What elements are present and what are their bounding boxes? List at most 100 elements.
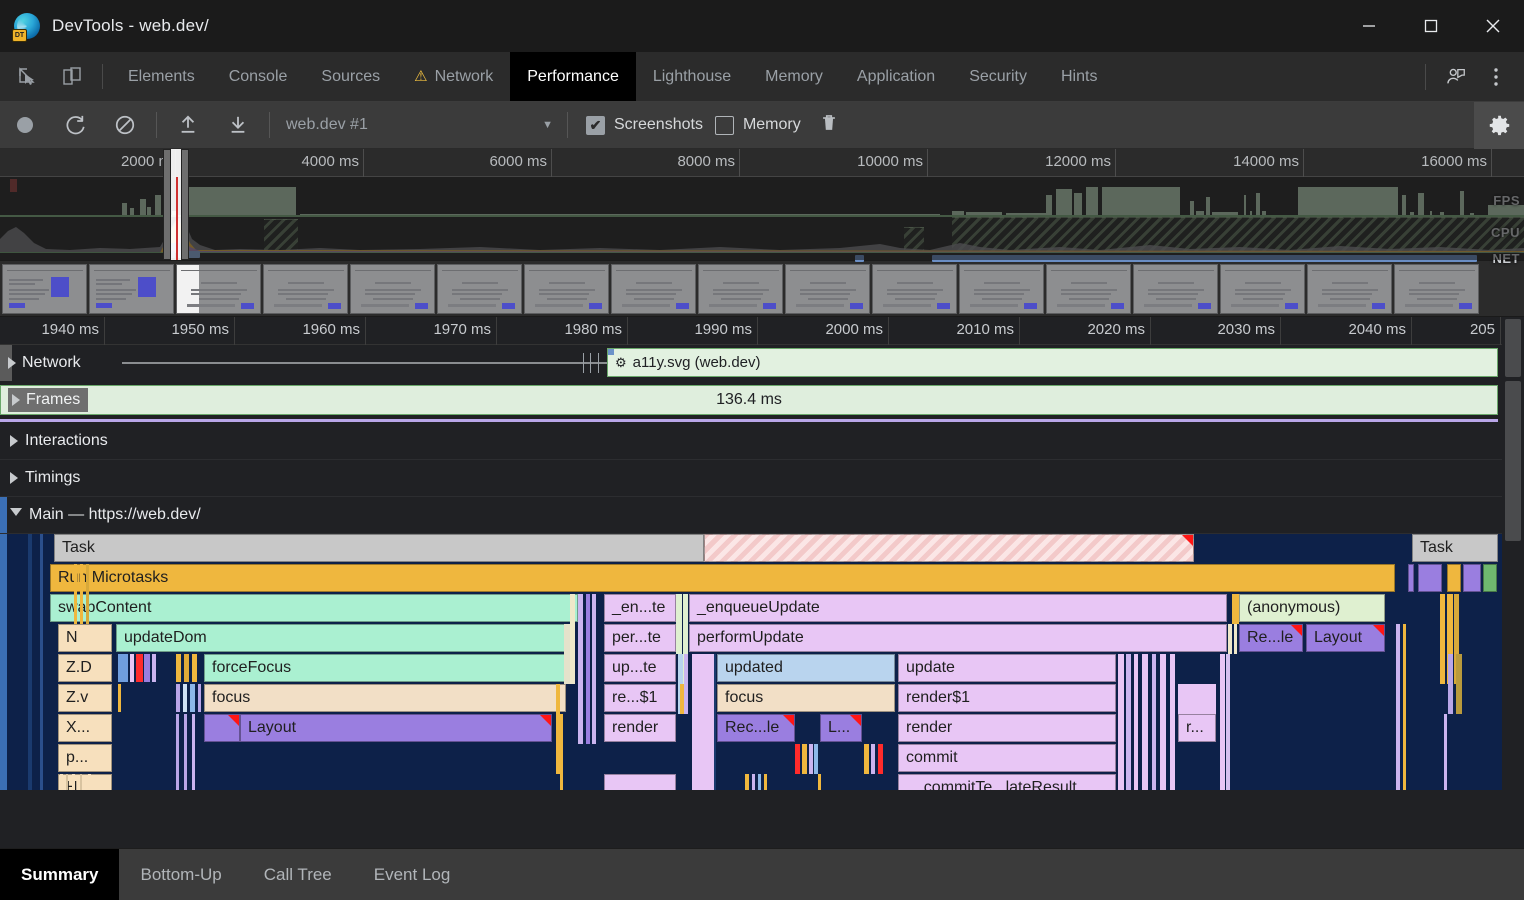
flame-sliver[interactable] <box>1396 624 1400 790</box>
flame-sliver[interactable] <box>88 774 91 790</box>
flame-sliver[interactable] <box>570 594 575 684</box>
load-profile-button[interactable] <box>163 102 213 149</box>
tab-call-tree[interactable]: Call Tree <box>243 849 353 900</box>
flame-bar[interactable]: commit <box>898 744 1116 772</box>
tab-security[interactable]: Security <box>952 52 1044 101</box>
flame-bar[interactable]: N <box>58 624 112 652</box>
flame-bar[interactable] <box>1408 564 1414 592</box>
save-profile-button[interactable] <box>213 102 263 149</box>
record-button[interactable] <box>0 102 50 149</box>
tab-hints[interactable]: Hints <box>1044 52 1114 101</box>
filmstrip-frame[interactable] <box>2 263 87 314</box>
flame-bar[interactable]: swapContent <box>50 594 578 622</box>
filmstrip-frame[interactable] <box>263 263 348 314</box>
memory-checkbox[interactable]: Memory <box>714 115 801 135</box>
flame-bar[interactable]: r... <box>1178 714 1216 742</box>
flame-sliver[interactable] <box>144 654 150 682</box>
flame-sliver[interactable] <box>586 594 590 744</box>
filmstrip-frame[interactable] <box>1046 263 1131 314</box>
screenshots-checkbox[interactable]: Screenshots <box>586 115 703 135</box>
flame-sliver[interactable] <box>1403 624 1406 790</box>
flame-sliver[interactable] <box>871 744 875 774</box>
filmstrip-frame[interactable] <box>89 263 174 314</box>
capture-settings-gear-icon[interactable] <box>1474 101 1524 149</box>
flame-sliver[interactable] <box>183 684 187 712</box>
inspect-element-icon[interactable] <box>6 52 50 101</box>
network-request-bar[interactable]: ⚙ a11y.svg (web.dev) <box>607 348 1498 377</box>
overview-window-handle-left[interactable] <box>163 149 171 260</box>
flame-sliver[interactable] <box>814 744 818 774</box>
filmstrip-frame[interactable] <box>785 263 870 314</box>
tab-application[interactable]: Application <box>840 52 952 101</box>
track-network-header[interactable]: Network <box>0 345 81 381</box>
flame-sliver[interactable] <box>680 684 684 714</box>
flame-bar[interactable]: up...te <box>604 654 676 682</box>
filmstrip-frame[interactable] <box>698 263 783 314</box>
flame-bar[interactable]: per...te <box>604 624 676 652</box>
flame-sliver[interactable] <box>560 714 563 790</box>
flame-bar[interactable] <box>1447 564 1461 592</box>
flame-bar[interactable]: Task <box>1412 534 1498 562</box>
flame-bar[interactable]: _enqueueUpdate <box>689 594 1227 622</box>
scrollbar-thumb-upper[interactable] <box>1505 319 1521 377</box>
flame-sliver[interactable] <box>136 654 143 682</box>
tab-performance[interactable]: Performance <box>510 52 636 101</box>
flame-sliver[interactable] <box>1444 714 1447 790</box>
flame-sliver[interactable] <box>74 564 77 624</box>
expand-triangle-icon[interactable] <box>10 435 18 447</box>
flame-sliver[interactable] <box>130 654 134 682</box>
tab-bottom-up[interactable]: Bottom-Up <box>119 849 242 900</box>
flame-sliver[interactable] <box>1228 624 1232 654</box>
expand-triangle-icon[interactable] <box>8 357 16 369</box>
maximize-button[interactable] <box>1400 0 1462 52</box>
flame-bar[interactable]: updateDom <box>116 624 568 652</box>
flame-sliver[interactable] <box>752 774 755 790</box>
expand-triangle-icon[interactable] <box>12 394 20 406</box>
flame-sliver[interactable] <box>714 654 716 790</box>
close-button[interactable] <box>1462 0 1524 52</box>
tab-summary[interactable]: Summary <box>0 849 120 900</box>
flame-sliver[interactable] <box>80 564 83 624</box>
flame-bar[interactable]: performUpdate <box>689 624 1227 652</box>
collect-garbage-icon[interactable] <box>819 112 839 139</box>
frame-duration-bar[interactable]: 136.4 ms <box>0 385 1498 415</box>
track-network[interactable]: Network ⚙ a11y.svg (web.dev) <box>0 345 1524 381</box>
flame-sliver[interactable] <box>176 654 181 682</box>
flame-bar[interactable]: Layout <box>240 714 552 742</box>
flame-bar[interactable]: render <box>604 714 676 742</box>
flame-sliver[interactable] <box>192 654 197 682</box>
flame-sliver[interactable] <box>1440 594 1445 684</box>
overview-window-handle-right[interactable] <box>181 149 189 260</box>
flame-sliver[interactable] <box>176 744 179 790</box>
flame-sliver[interactable] <box>864 744 869 774</box>
flame-sliver[interactable] <box>118 684 121 712</box>
flame-sliver[interactable] <box>802 744 807 774</box>
filmstrip-frame[interactable] <box>437 263 522 314</box>
flame-sliver[interactable] <box>578 594 583 744</box>
flame-bar[interactable]: _... <box>604 774 676 790</box>
flame-sliver[interactable] <box>1226 654 1230 790</box>
device-toolbar-icon[interactable] <box>50 52 94 101</box>
reload-record-button[interactable] <box>50 102 100 149</box>
flame-sliver[interactable] <box>795 744 800 774</box>
track-frames[interactable]: 136.4 ms Frames <box>0 383 1524 417</box>
flame-bar[interactable]: forceFocus <box>204 654 572 682</box>
flame-sliver[interactable] <box>676 594 682 654</box>
filmstrip-frame[interactable] <box>176 263 261 314</box>
flame-sliver[interactable] <box>60 774 63 790</box>
flame-sliver[interactable] <box>818 774 821 790</box>
flame-bar[interactable]: L... <box>820 714 862 742</box>
more-options-icon[interactable] <box>1476 52 1516 102</box>
flame-bar[interactable]: Re...le <box>1239 624 1303 652</box>
filmstrip-frame[interactable] <box>1220 263 1305 314</box>
filmstrip-frame[interactable] <box>872 263 957 314</box>
flame-sliver[interactable] <box>1134 654 1138 790</box>
tab-event-log[interactable]: Event Log <box>353 849 472 900</box>
filmstrip[interactable] <box>0 261 1524 317</box>
flame-bar[interactable] <box>704 534 1194 562</box>
flame-sliver[interactable] <box>809 744 813 774</box>
flame-sliver[interactable] <box>80 774 82 790</box>
flame-sliver[interactable] <box>1160 654 1166 790</box>
tab-network[interactable]: ⚠ Network <box>397 52 510 101</box>
flame-chart[interactable]: Task Task Run Microtasks swapContent _en...t… <box>0 534 1524 790</box>
